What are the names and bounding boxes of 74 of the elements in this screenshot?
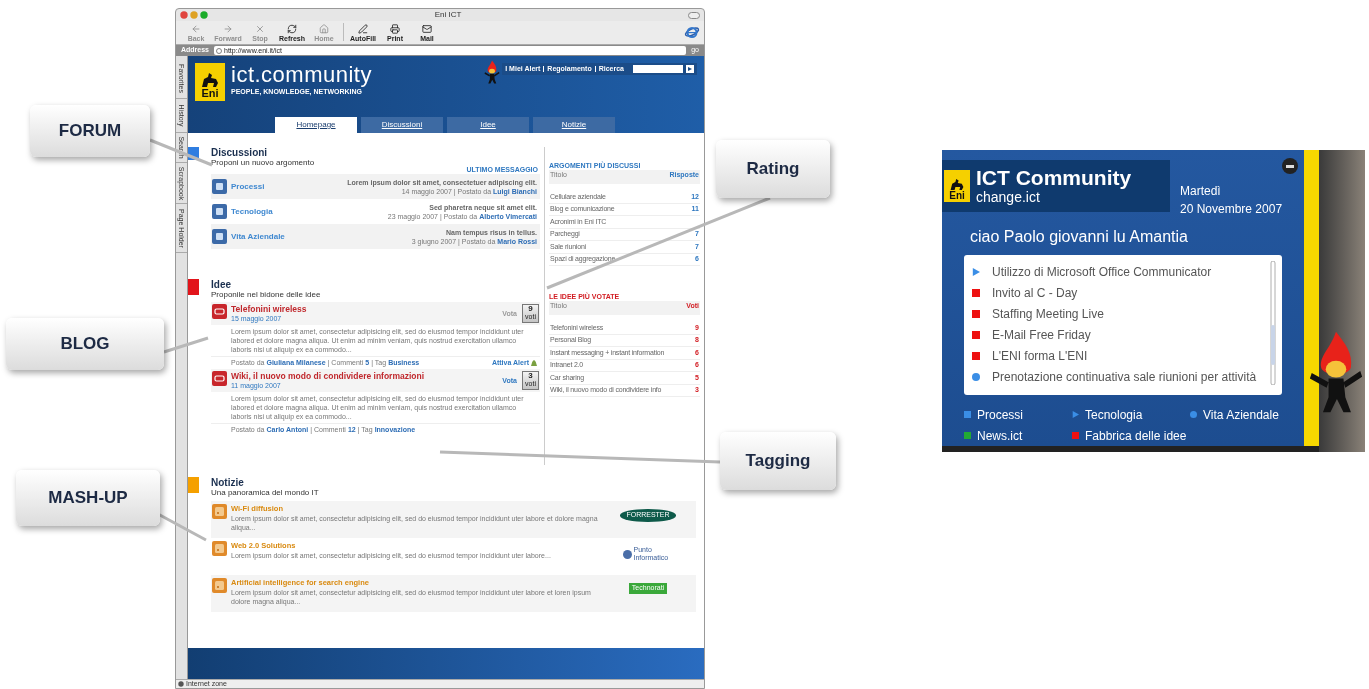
forum-icon	[212, 229, 227, 244]
news-list-item[interactable]: Utilizzo di Microsoft Office Communicator	[972, 261, 1270, 282]
forum-title[interactable]: Tecnologia	[231, 205, 388, 218]
callout-label: Tagging	[745, 450, 811, 473]
back-arrow-icon	[191, 24, 201, 34]
search-field[interactable]	[633, 65, 683, 73]
home-icon	[319, 24, 329, 34]
legend-item[interactable]: News.ict	[964, 427, 1072, 444]
pen-icon	[358, 24, 368, 34]
pill-icon[interactable]	[688, 11, 700, 19]
nav-tab[interactable]: Homepage	[275, 117, 357, 133]
browser-logo-icon	[684, 24, 700, 40]
dog-icon	[949, 178, 965, 191]
idea-title[interactable]: Telefonini wireless	[231, 304, 503, 314]
news-list-item[interactable]: E-Mail Free Friday	[972, 324, 1270, 345]
section-subtitle: Una panoramica del mondo IT	[211, 488, 320, 498]
widget-date: 20 Novembre 2007	[1180, 201, 1283, 218]
news-list-item[interactable]: Prenotazione continuativa sale riunioni per attività	[972, 366, 1270, 387]
section-title: Discussioni	[211, 147, 269, 158]
widget-title: ICT Community	[976, 167, 1132, 189]
globe-icon	[622, 549, 632, 559]
forum-icon	[212, 179, 227, 194]
window-title: Eni ICT	[433, 9, 463, 21]
section-marker	[188, 279, 199, 295]
feed-icon	[212, 541, 227, 556]
globe-icon	[178, 681, 184, 687]
section-marker	[188, 147, 199, 160]
section-title: Idee	[211, 279, 232, 290]
forum-icon	[212, 204, 227, 219]
leader-line	[157, 512, 207, 542]
dog-icon	[200, 72, 220, 88]
section-title: Notizie	[211, 477, 245, 488]
search-go-button[interactable]	[686, 65, 694, 73]
feed-icon	[212, 504, 227, 519]
site-brand: ict.community	[231, 63, 372, 87]
legend-item[interactable]: Tecnologia	[1072, 406, 1190, 423]
forward-arrow-icon	[223, 24, 233, 34]
legend-item[interactable]: Fabbrica delle idee	[1072, 427, 1190, 444]
stop-icon	[255, 24, 265, 34]
nav-tab[interactable]: Notizie	[533, 117, 615, 133]
idea-title[interactable]: Wiki, il nuovo modo di condividere informazioni	[231, 371, 503, 381]
leader-line	[163, 336, 209, 354]
leader-line	[149, 138, 213, 167]
greeting: ciao Paolo giovanni lu Amantia	[970, 227, 1189, 247]
page-icon	[216, 47, 222, 54]
arrow-icon	[688, 67, 692, 71]
callout-label: Rating	[746, 158, 800, 181]
logo-text: Eni	[201, 88, 219, 99]
widget-day: Martedì	[1180, 182, 1283, 200]
refresh-icon	[287, 24, 297, 34]
callout-label: BLOG	[60, 333, 110, 356]
logo-text: Eni	[949, 191, 965, 201]
section-marker	[188, 477, 199, 493]
section-subtitle: Proponi un nuovo argomento	[211, 158, 316, 168]
nav-tab[interactable]: Idee	[447, 117, 529, 133]
printer-icon	[390, 24, 400, 34]
feed-icon	[212, 578, 227, 593]
news-list-item[interactable]: Staffing Meeting Live	[972, 303, 1270, 324]
legend-item[interactable]: Vita Aziendale	[1190, 406, 1300, 423]
forum-title[interactable]: Vita Aziendale	[231, 230, 412, 243]
mascot-drawing	[484, 59, 501, 85]
minus-icon	[1286, 164, 1295, 168]
legend-item[interactable]: Processi	[964, 406, 1072, 423]
news-list-item[interactable]: L'ENI forma L'ENI	[972, 345, 1270, 366]
bell-icon	[531, 359, 537, 367]
section-subtitle: Proponile nel bidone delle idee	[211, 290, 322, 300]
nav-tab[interactable]: Discussioni	[361, 117, 443, 133]
mail-icon	[422, 24, 432, 34]
minimize-button[interactable]	[1282, 158, 1299, 174]
callout-label: FORUM	[58, 120, 122, 143]
widget-subtitle: change.ict	[976, 189, 1041, 205]
callout-label: MASH-UP	[48, 487, 128, 510]
forum-title[interactable]: Processi	[231, 180, 348, 193]
news-list-item[interactable]: Invito al C - Day	[972, 282, 1270, 303]
